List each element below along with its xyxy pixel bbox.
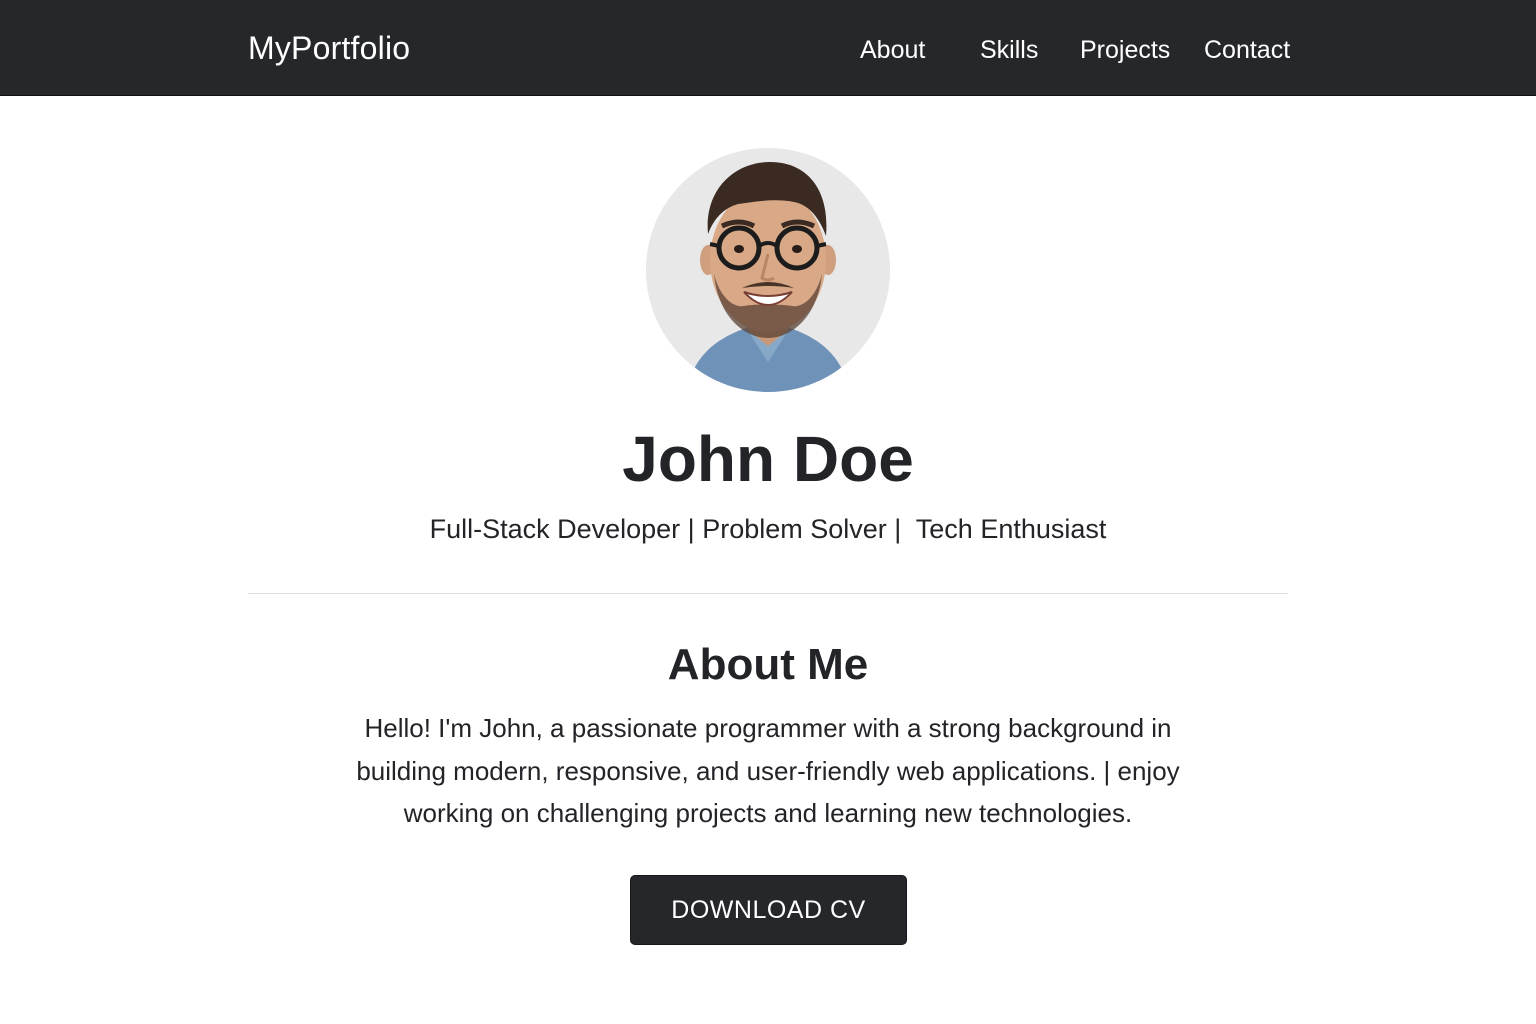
nav-link-contact[interactable]: Contact [1204, 34, 1290, 66]
about-heading: About Me [667, 640, 869, 689]
profile-avatar [646, 148, 890, 392]
about-paragraph: Hello! I'm John, a passionate programmer… [356, 713, 1180, 828]
brand-logo-link[interactable]: MyPortfolio [248, 28, 410, 68]
download-cv-button[interactable]: DOWNLOAD CV [630, 875, 907, 945]
nav-link-projects[interactable]: Projects [1080, 34, 1170, 66]
profile-tagline: Full-Stack Developer | Problem Solver | … [429, 514, 1107, 544]
profile-photo [646, 148, 890, 392]
nav-link-skills[interactable]: Skills [980, 34, 1038, 66]
section-divider [248, 593, 1288, 594]
nav-link-about[interactable]: About [860, 34, 925, 66]
top-navbar: MyPortfolio About Skills Projects Contac… [0, 0, 1536, 96]
profile-name: John Doe [622, 423, 914, 495]
